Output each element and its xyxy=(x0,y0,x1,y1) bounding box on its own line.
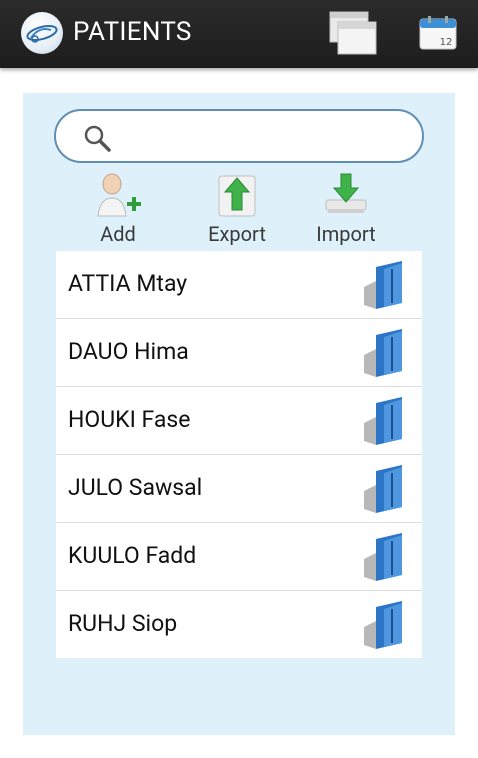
add-button[interactable]: Add xyxy=(68,170,168,248)
windows-button[interactable] xyxy=(328,10,378,56)
folder-icon[interactable] xyxy=(362,463,408,515)
windows-icon xyxy=(329,11,377,55)
patient-name: DAUO Hima xyxy=(68,338,189,365)
import-label: Import xyxy=(316,222,376,246)
search-box[interactable] xyxy=(54,109,424,163)
patient-row[interactable]: DAUO Hima xyxy=(56,319,422,387)
patient-row[interactable]: HOUKI Fase xyxy=(56,387,422,455)
patient-row[interactable]: RUHJ Siop xyxy=(56,591,422,658)
patient-name: HOUKI Fase xyxy=(68,406,191,433)
patient-name: JULO Sawsal xyxy=(68,474,203,501)
patient-row[interactable]: KUULO Fadd xyxy=(56,523,422,591)
import-button[interactable]: Import xyxy=(296,170,396,248)
folder-icon[interactable] xyxy=(362,531,408,583)
add-user-icon xyxy=(97,173,141,217)
app-logo-icon[interactable] xyxy=(21,12,63,54)
folder-icon[interactable] xyxy=(362,327,408,379)
calendar-icon: 12 xyxy=(419,16,457,50)
calendar-day: 12 xyxy=(440,37,453,48)
export-label: Export xyxy=(208,222,266,246)
add-label: Add xyxy=(100,222,136,246)
app-title: PATIENTS xyxy=(73,17,192,47)
import-icon xyxy=(325,173,367,213)
calendar-button[interactable]: 12 xyxy=(418,15,458,51)
action-bar: PATIENTS 12 xyxy=(0,0,478,68)
patient-name: ATTIA Mtay xyxy=(68,270,188,297)
export-button[interactable]: Export xyxy=(187,170,287,248)
folder-icon[interactable] xyxy=(362,395,408,447)
search-icon xyxy=(84,125,111,152)
patient-list: ATTIA Mtay DAUO Hima HOUKI Fase JULO Saw… xyxy=(56,251,422,658)
patient-name: RUHJ Siop xyxy=(68,610,178,637)
folder-icon[interactable] xyxy=(362,259,408,311)
folder-icon[interactable] xyxy=(362,599,408,651)
patient-name: KUULO Fadd xyxy=(68,542,197,569)
export-icon xyxy=(218,175,256,217)
patient-row[interactable]: JULO Sawsal xyxy=(56,455,422,523)
search-input[interactable] xyxy=(126,119,410,155)
patient-row[interactable]: ATTIA Mtay xyxy=(56,251,422,319)
